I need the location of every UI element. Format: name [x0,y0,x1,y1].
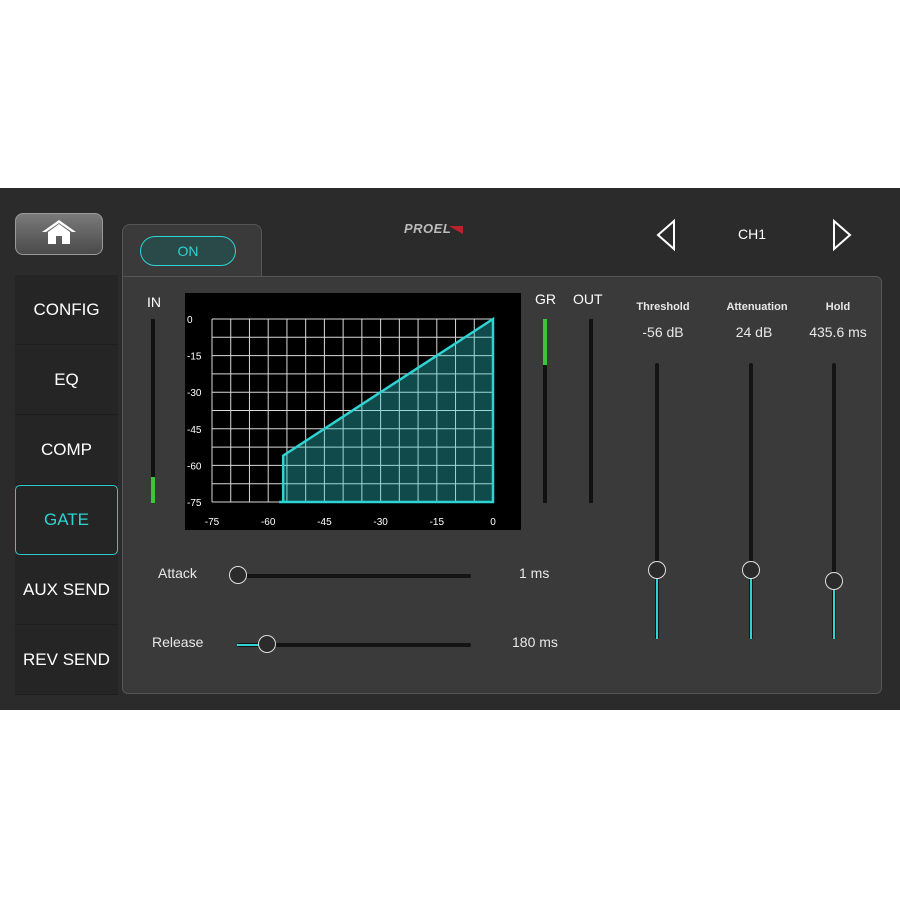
threshold-fader-fill [656,570,658,639]
home-button[interactable] [15,213,103,255]
release-value: 180 ms [512,634,558,650]
x-tick-label: -60 [261,517,276,528]
hold-fader-knob[interactable] [825,572,843,591]
y-tick-label: -15 [187,352,202,363]
hold-fader[interactable] [825,363,843,639]
y-tick-label: -60 [187,461,202,472]
attenuation-title: Attenuation [726,301,788,313]
nav-gate[interactable]: GATE [15,485,118,555]
x-tick-label: -45 [317,517,332,528]
attack-value: 1 ms [519,565,550,581]
nav-rev-send[interactable]: REV SEND [15,625,118,695]
prev-channel-button[interactable] [652,218,682,252]
x-tick-label: -75 [205,517,220,528]
gate-graph: -75 -60 -45 -30 -15 0 0 -15 -30 -45 -60 -75 [185,293,521,530]
in-meter-fill [151,477,155,503]
nav-config[interactable]: CONFIG [15,275,118,345]
brand-text: PROEL [404,221,452,236]
brand-logo: PROEL [404,221,464,236]
y-tick-label: 0 [187,315,193,326]
brand-mark [449,225,464,234]
attack-slider-knob[interactable] [229,566,247,584]
gate-tab: ON [122,224,262,278]
side-nav: CONFIG EQ COMP GATE AUX SEND REV SEND [15,275,118,695]
threshold-fader-knob[interactable] [648,561,666,579]
gr-meter-label: GR [535,291,556,307]
nav-comp[interactable]: COMP [15,415,118,485]
triangle-right-icon [833,218,852,252]
gate-on-button[interactable]: ON [140,236,236,266]
y-tick-label: -30 [187,388,202,399]
threshold-title: Threshold [636,301,690,313]
in-meter [151,319,155,503]
gate-panel: IN -75 -60 -45 -30 -15 0 0 -15 -30 -45 -60 -75 GR O… [122,276,882,694]
attenuation-fader-knob[interactable] [742,561,760,579]
x-tick-label: -15 [430,517,445,528]
x-tick-label: -30 [373,517,388,528]
gate-curve: -75 -60 -45 -30 -15 0 0 -15 -30 -45 -60 -75 [187,315,496,528]
out-meter [589,319,593,503]
x-tick-label: 0 [490,517,496,528]
threshold-value: -56 dB [642,324,684,340]
y-tick-label: -45 [187,425,202,436]
in-meter-label: IN [147,294,161,310]
out-meter-label: OUT [573,291,603,307]
threshold-fader[interactable] [648,363,666,639]
gr-meter [543,319,547,503]
triangle-left-icon [656,218,675,252]
next-channel-button[interactable] [828,218,858,252]
attack-label: Attack [158,565,197,581]
attenuation-value: 24 dB [735,324,773,340]
nav-eq[interactable]: EQ [15,345,118,415]
nav-aux-send[interactable]: AUX SEND [15,555,118,625]
release-label: Release [152,634,204,650]
attenuation-fader-fill [750,570,752,639]
attenuation-fader[interactable] [742,363,760,639]
y-tick-label: -75 [187,498,202,509]
release-slider[interactable] [237,635,471,653]
channel-label: CH1 [737,226,766,242]
hold-title: Hold [825,301,851,313]
gr-meter-fill [543,319,547,365]
hold-value: 435.6 ms [809,324,867,340]
gate-screen: CONFIG EQ COMP GATE AUX SEND REV SEND ON… [0,188,900,710]
home-icon [40,218,78,251]
release-slider-knob[interactable] [258,635,277,653]
attack-slider[interactable] [229,566,471,584]
